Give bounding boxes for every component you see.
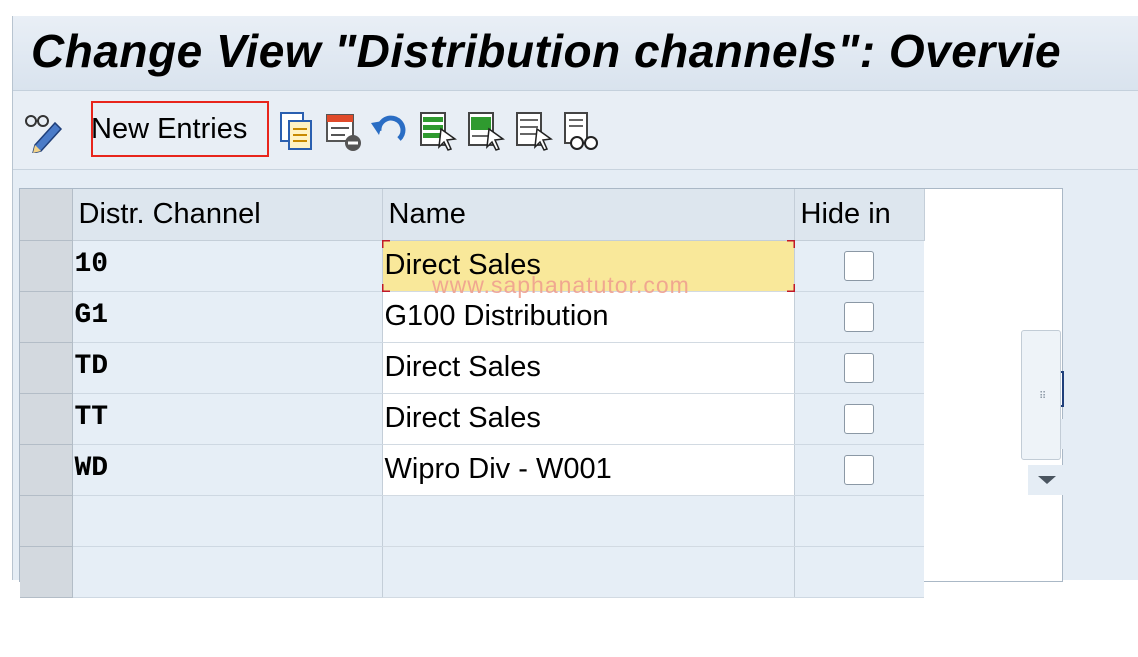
col-header-name[interactable]: Name bbox=[382, 189, 795, 241]
row-selector[interactable] bbox=[20, 342, 73, 394]
focus-corner bbox=[381, 283, 390, 292]
table-control: Distr. Channel Name Hide in 10 Direct Sa… bbox=[19, 188, 1066, 598]
distr-channel-cell-empty[interactable] bbox=[72, 495, 383, 547]
new-entries-button[interactable]: New Entries bbox=[91, 101, 269, 157]
hide-in-cell bbox=[794, 240, 924, 292]
deselect-all-icon[interactable] bbox=[513, 109, 553, 153]
hide-in-cell-empty bbox=[794, 546, 924, 598]
focus-corner bbox=[786, 283, 795, 292]
select-all-icon[interactable] bbox=[417, 109, 457, 153]
hide-in-cell bbox=[794, 342, 924, 394]
table-row-empty bbox=[20, 495, 924, 547]
table-row: WD Wipro Div - W001 bbox=[20, 444, 924, 496]
scroll-down-button[interactable] bbox=[1028, 465, 1066, 495]
row-selector[interactable] bbox=[20, 444, 73, 496]
table-row: TD Direct Sales bbox=[20, 342, 924, 394]
page-title: Change View "Distribution channels": Ove… bbox=[31, 25, 1062, 77]
undo-change-icon[interactable] bbox=[369, 109, 409, 153]
name-cell-empty[interactable] bbox=[382, 546, 795, 598]
hide-in-cell-empty bbox=[794, 495, 924, 547]
table-row-empty bbox=[20, 546, 924, 598]
table-row: TT Direct Sales bbox=[20, 393, 924, 445]
scroll-grip[interactable]: ⠿ bbox=[1039, 391, 1046, 402]
focus-corner bbox=[786, 239, 795, 248]
distr-channel-cell[interactable]: 10 bbox=[72, 240, 383, 292]
row-selector[interactable] bbox=[20, 546, 73, 598]
scroll-down-icon bbox=[1038, 476, 1056, 484]
name-cell[interactable]: Direct Sales bbox=[382, 342, 795, 394]
name-cell[interactable]: Direct Sales bbox=[382, 393, 795, 445]
watermark: www.saphanatutor.com bbox=[432, 272, 690, 298]
print-icon[interactable] bbox=[561, 109, 601, 153]
vertical-scrollbar[interactable]: ⠿ bbox=[1021, 330, 1061, 460]
copy-as-icon[interactable] bbox=[277, 109, 317, 153]
delete-icon[interactable] bbox=[323, 109, 363, 153]
hide-in-checkbox[interactable] bbox=[844, 454, 875, 485]
row-selector[interactable] bbox=[20, 291, 73, 343]
select-all-header[interactable] bbox=[20, 189, 73, 241]
col-header-distr-channel[interactable]: Distr. Channel bbox=[72, 189, 383, 241]
distr-channel-cell[interactable]: WD bbox=[72, 444, 383, 496]
application-toolbar: New Entries bbox=[13, 91, 1138, 170]
distr-channel-cell-empty[interactable] bbox=[72, 546, 383, 598]
distr-channel-cell[interactable]: G1 bbox=[72, 291, 383, 343]
row-selector[interactable] bbox=[20, 240, 73, 292]
col-header-hide-in[interactable]: Hide in bbox=[794, 189, 925, 241]
name-cell[interactable]: Wipro Div - W001 bbox=[382, 444, 795, 496]
table-header-row: Distr. Channel Name Hide in bbox=[20, 189, 925, 241]
hide-in-checkbox[interactable] bbox=[844, 352, 875, 383]
row-selector[interactable] bbox=[20, 393, 73, 445]
name-cell-empty[interactable] bbox=[382, 495, 795, 547]
row-selector[interactable] bbox=[20, 495, 73, 547]
hide-in-cell bbox=[794, 444, 924, 496]
select-block-icon[interactable] bbox=[465, 109, 505, 153]
channels-table: Distr. Channel Name Hide in 10 Direct Sa… bbox=[20, 189, 925, 598]
hide-in-checkbox[interactable] bbox=[844, 301, 875, 332]
focus-corner bbox=[381, 239, 390, 248]
hide-in-checkbox[interactable] bbox=[844, 250, 875, 281]
distr-channel-cell[interactable]: TT bbox=[72, 393, 383, 445]
title-bar: Change View "Distribution channels": Ove… bbox=[13, 16, 1138, 91]
hide-in-checkbox[interactable] bbox=[844, 403, 875, 434]
hide-in-cell bbox=[794, 393, 924, 445]
hide-in-cell bbox=[794, 291, 924, 343]
new-entries-label: New Entries bbox=[91, 113, 248, 145]
distr-channel-cell[interactable]: TD bbox=[72, 342, 383, 394]
display-change-icon[interactable] bbox=[21, 109, 63, 153]
